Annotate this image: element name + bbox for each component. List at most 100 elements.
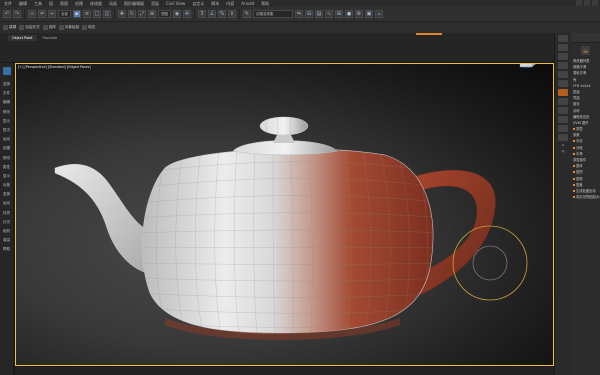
material-editor-icon[interactable]: ● — [345, 10, 353, 18]
menu-item[interactable]: 动画 — [109, 1, 117, 7]
left-panel-item[interactable]: 对象 — [0, 181, 13, 190]
menu-item[interactable]: 帮助 — [261, 1, 269, 7]
display-icon[interactable] — [558, 71, 568, 78]
schematic-view-icon[interactable]: ⊞ — [335, 10, 343, 18]
left-panel-item[interactable]: 文件 — [0, 89, 13, 98]
create-icon[interactable] — [558, 35, 568, 42]
percent-snap-icon[interactable]: % — [218, 10, 226, 18]
redo-icon[interactable]: ↷ — [13, 10, 21, 18]
left-panel-item[interactable]: 显示 — [0, 117, 13, 126]
left-panel-item[interactable]: 运动 — [0, 199, 13, 208]
render-frame-icon[interactable]: ▣ — [365, 10, 373, 18]
rectangular-selection-icon[interactable]: □ — [93, 10, 101, 18]
orbit-gizmo-inner[interactable] — [472, 245, 508, 281]
perspective-viewport[interactable]: [+][Perspective][Standard][Edged Faces] — [15, 63, 554, 366]
maximize-icon[interactable] — [584, 0, 590, 6]
modify-icon[interactable] — [558, 44, 568, 51]
snaps-toggle-icon[interactable]: 3 — [198, 10, 206, 18]
select-object-icon[interactable]: ▸ — [73, 10, 81, 18]
select-manipulate-icon[interactable]: ✣ — [183, 10, 191, 18]
viewcube[interactable] — [519, 63, 540, 68]
curve-editor-icon[interactable]: ∿ — [325, 10, 333, 18]
left-panel-item[interactable]: 层次 — [0, 126, 13, 135]
select-by-name-icon[interactable]: ≡ — [83, 10, 91, 18]
menu-item[interactable]: Civil View — [166, 1, 185, 6]
render-setup-icon[interactable]: ⚙ — [355, 10, 363, 18]
minimize-icon[interactable] — [576, 0, 582, 6]
layer-explorer-icon[interactable]: ▤ — [315, 10, 323, 18]
mirror-icon[interactable]: ⇋ — [295, 10, 303, 18]
bind-space-warp-icon[interactable]: ≈ — [48, 10, 56, 18]
rotate-icon[interactable]: ↻ — [128, 10, 136, 18]
menu-item[interactable]: 内容 — [226, 1, 234, 7]
left-panel-item[interactable]: 渲染 — [0, 236, 13, 245]
left-side-panel: 选择 文件 编辑 修改 显示 层次 运动 创建 修改 属性 显示 对象 变换 运… — [0, 63, 14, 375]
pin-stack-icon[interactable] — [558, 98, 568, 105]
menu-item[interactable]: 修改器 — [90, 1, 102, 7]
window-crossing-icon[interactable]: ◫ — [103, 10, 111, 18]
left-panel-item[interactable]: 帮助 — [0, 245, 13, 254]
selection-set-dropdown[interactable]: 创建选择集 — [253, 10, 293, 18]
home-icon[interactable]: ⌂ — [555, 143, 571, 147]
menu-item[interactable]: 创建 — [75, 1, 83, 7]
left-panel-item[interactable]: 编辑 — [0, 98, 13, 107]
menu-item[interactable]: 自定义 — [192, 1, 204, 7]
align-icon[interactable]: ⊟ — [305, 10, 313, 18]
configure-modifier-icon[interactable] — [558, 134, 568, 141]
scale-icon[interactable]: ⤢ — [138, 10, 146, 18]
ribbon-label: 自由形式 — [25, 25, 40, 29]
utilities-icon[interactable] — [558, 80, 568, 87]
menu-item[interactable]: 工具 — [34, 1, 42, 7]
menu-item[interactable]: 脚本 — [211, 1, 219, 7]
render-production-icon[interactable]: ☕ — [375, 10, 383, 18]
menu-item[interactable]: Arnold — [241, 1, 254, 6]
show-end-result-icon[interactable] — [558, 107, 568, 114]
angle-snap-icon[interactable]: ∠ — [208, 10, 216, 18]
ribbon-tab-freeform[interactable]: 自由形式 — [19, 25, 40, 30]
close-icon[interactable] — [592, 0, 598, 6]
menu-item[interactable]: 编辑 — [19, 1, 27, 7]
teapot-body — [142, 148, 434, 334]
left-panel-item[interactable]: 修改 — [0, 154, 13, 163]
selection-filter-dropdown[interactable]: 全部 — [58, 10, 71, 18]
left-panel-item[interactable]: 材质 — [0, 209, 13, 218]
link-icon[interactable]: ∞ — [28, 10, 36, 18]
move-icon[interactable]: ✥ — [118, 10, 126, 18]
left-panel-item[interactable]: 灯光 — [0, 218, 13, 227]
spinner-snap-icon[interactable]: ⇕ — [228, 10, 236, 18]
freeform-icon — [19, 25, 25, 30]
ribbon-tab-selection[interactable]: 选择 — [42, 25, 56, 30]
remove-modifier-icon[interactable] — [558, 125, 568, 132]
teapot-icon[interactable]: ☕ — [581, 46, 590, 55]
target-icon[interactable]: ◎ — [555, 149, 571, 153]
reference-coordinate-dropdown[interactable]: 视图 — [158, 10, 171, 18]
left-panel-item[interactable]: 显示 — [0, 172, 13, 181]
placement-icon[interactable]: ⊕ — [148, 10, 156, 18]
menu-item[interactable]: 文件 — [4, 1, 12, 7]
scene-explorer-icon[interactable] — [2, 67, 11, 75]
left-panel-item[interactable]: 相机 — [0, 227, 13, 236]
make-unique-icon[interactable] — [558, 116, 568, 123]
ribbon-tab-populate[interactable]: 填充 — [82, 25, 95, 30]
edit-named-selection-icon[interactable]: ✎ — [243, 10, 251, 18]
menu-item[interactable]: 组 — [49, 1, 53, 7]
left-panel-item[interactable]: 选择 — [0, 80, 13, 89]
menu-item[interactable]: 渲染 — [151, 1, 159, 7]
left-panel-item[interactable]: 属性 — [0, 163, 13, 172]
modifier-active-icon[interactable] — [558, 89, 568, 96]
parameter-row[interactable]: 真实世界贴图大小 — [571, 194, 600, 200]
menu-item[interactable]: 图形编辑器 — [124, 1, 144, 7]
unlink-icon[interactable]: ≠ — [38, 10, 46, 18]
right-tool-strip: ⌂ ◎ — [554, 33, 571, 375]
hierarchy-icon[interactable] — [558, 53, 568, 60]
undo-icon[interactable]: ↶ — [3, 10, 11, 18]
pivot-center-icon[interactable]: ◉ — [173, 10, 181, 18]
left-panel-item[interactable]: 创建 — [0, 144, 13, 153]
left-panel-item[interactable]: 变换 — [0, 190, 13, 199]
ribbon-tab-object-paint[interactable]: 对象绘制 — [58, 25, 79, 30]
menu-item[interactable]: 视图 — [60, 1, 68, 7]
left-panel-item[interactable]: 运动 — [0, 135, 13, 144]
left-panel-item[interactable]: 修改 — [0, 108, 13, 117]
motion-icon[interactable] — [558, 62, 568, 69]
ribbon-tab-modeling[interactable]: 建模 — [3, 25, 16, 30]
